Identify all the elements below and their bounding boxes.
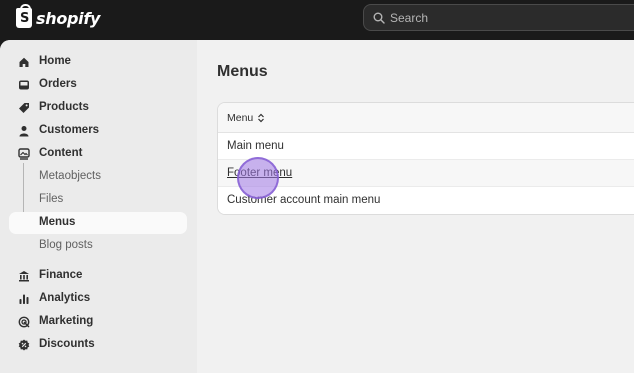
sidebar-item-label: Customers bbox=[39, 124, 100, 136]
sort-icon bbox=[257, 113, 265, 123]
sidebar-item-label: Products bbox=[39, 101, 89, 113]
sidebar-item-label: Content bbox=[39, 147, 83, 159]
sidebar-item-home[interactable]: Home bbox=[9, 51, 187, 73]
sidebar: Home Orders Products Customers Content M… bbox=[0, 40, 197, 373]
menus-table: Menu Main menu Footer menu Customer acco… bbox=[217, 102, 634, 215]
sidebar-item-label: Analytics bbox=[39, 292, 91, 304]
sidebar-item-finance[interactable]: Finance bbox=[9, 265, 187, 287]
sidebar-item-orders[interactable]: Orders bbox=[9, 74, 187, 96]
sidebar-item-label: Files bbox=[39, 193, 64, 205]
home-icon bbox=[18, 56, 30, 68]
sidebar-item-label: Home bbox=[39, 55, 71, 67]
table-row[interactable]: Footer menu bbox=[218, 160, 634, 187]
bank-icon bbox=[18, 270, 30, 282]
content-icon bbox=[18, 148, 30, 160]
sidebar-item-menus[interactable]: Menus bbox=[9, 212, 187, 234]
bar-chart-icon bbox=[18, 293, 30, 305]
table-row[interactable]: Customer account main menu bbox=[218, 187, 634, 214]
click-cursor-indicator bbox=[237, 157, 279, 199]
sidebar-item-label: Menus bbox=[39, 216, 76, 228]
main-content: Menus Menu Main menu Footer menu Custome… bbox=[197, 40, 634, 373]
sidebar-item-files[interactable]: Files bbox=[9, 189, 187, 211]
shopify-bag-icon bbox=[16, 4, 32, 28]
shopify-logo[interactable]: shopify bbox=[16, 4, 101, 29]
menu-name-link[interactable]: Main menu bbox=[227, 140, 284, 152]
sidebar-item-products[interactable]: Products bbox=[9, 97, 187, 119]
inbox-icon bbox=[18, 79, 30, 91]
top-bar: shopify bbox=[0, 0, 634, 40]
sidebar-item-discounts[interactable]: Discounts bbox=[9, 334, 187, 356]
target-icon bbox=[18, 316, 30, 328]
logo-text: shopify bbox=[36, 8, 101, 28]
person-icon bbox=[18, 125, 30, 137]
sidebar-item-marketing[interactable]: Marketing bbox=[9, 311, 187, 333]
sidebar-item-label: Orders bbox=[39, 78, 77, 90]
sidebar-item-content[interactable]: Content bbox=[9, 143, 187, 165]
table-row[interactable]: Main menu bbox=[218, 133, 634, 160]
sidebar-item-label: Marketing bbox=[39, 315, 94, 327]
page-title: Menus bbox=[217, 63, 268, 80]
search-icon bbox=[373, 12, 385, 24]
sidebar-item-metaobjects[interactable]: Metaobjects bbox=[9, 166, 187, 188]
sidebar-item-customers[interactable]: Customers bbox=[9, 120, 187, 142]
column-header-menu[interactable]: Menu bbox=[227, 112, 265, 124]
table-header: Menu bbox=[218, 103, 634, 133]
sidebar-item-blog-posts[interactable]: Blog posts bbox=[9, 235, 187, 257]
sidebar-item-label: Metaobjects bbox=[39, 170, 102, 182]
sidebar-item-analytics[interactable]: Analytics bbox=[9, 288, 187, 310]
sidebar-item-label: Discounts bbox=[39, 338, 95, 350]
search-input[interactable] bbox=[390, 10, 590, 25]
tag-icon bbox=[18, 102, 30, 114]
discount-icon bbox=[18, 339, 30, 351]
sidebar-item-label: Blog posts bbox=[39, 239, 93, 251]
search-bar[interactable] bbox=[363, 4, 634, 31]
sidebar-item-label: Finance bbox=[39, 269, 83, 281]
app-frame: Home Orders Products Customers Content M… bbox=[0, 40, 634, 373]
column-header-label: Menu bbox=[227, 112, 254, 124]
